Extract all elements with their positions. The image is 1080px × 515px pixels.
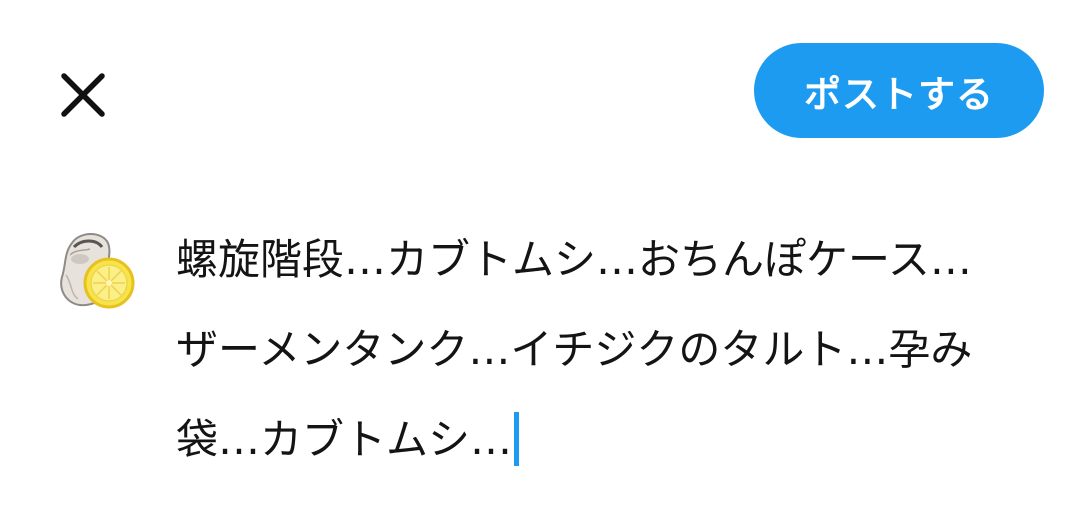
post-button[interactable]: ポストする: [754, 43, 1044, 138]
text-caret: [514, 412, 520, 466]
post-text-input[interactable]: 螺旋階段…カブトムシ…おちんぽケース…ザーメンタンク…イチジクのタルト…孕み袋……: [176, 215, 1006, 485]
close-icon: [61, 73, 105, 117]
avatar[interactable]: [50, 225, 140, 315]
post-text: 螺旋階段…カブトムシ…おちんぽケース…ザーメンタンク…イチジクのタルト…孕み袋……: [176, 235, 973, 464]
close-button[interactable]: [51, 63, 115, 127]
oyster-lemon-avatar-icon: [60, 233, 135, 309]
